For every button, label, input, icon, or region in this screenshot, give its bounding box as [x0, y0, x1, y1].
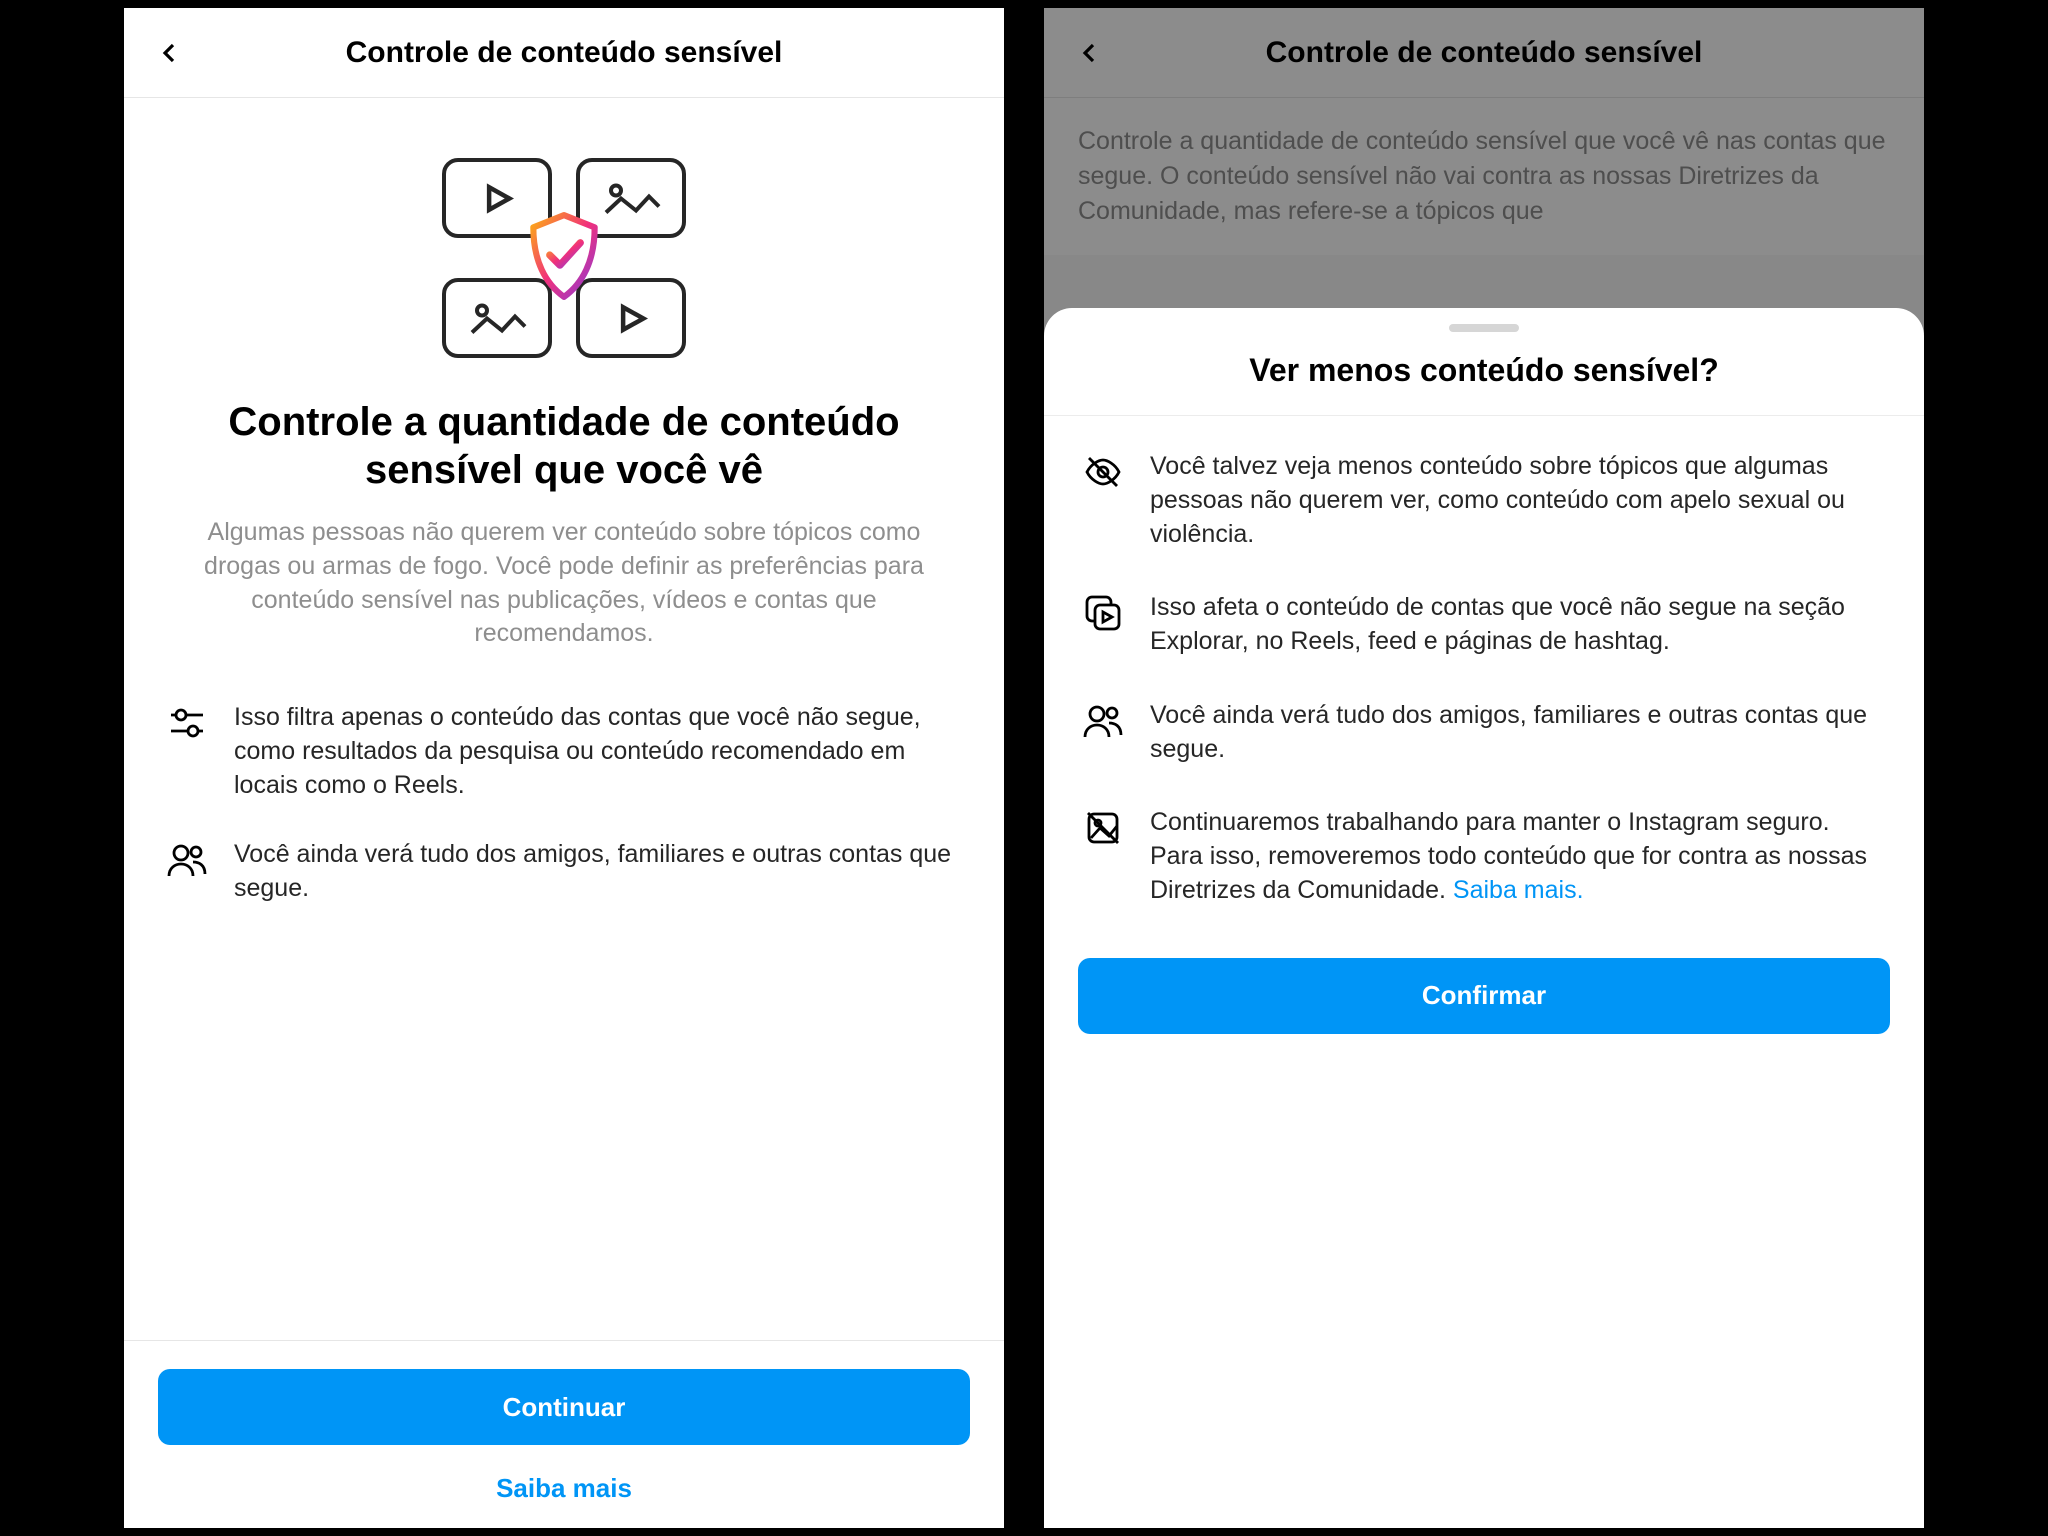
sheet-title: Ver menos conteúdo sensível? — [1044, 352, 1924, 416]
bullet-text: Continuaremos trabalhando para manter o … — [1150, 806, 1886, 907]
bottom-sheet: Ver menos conteúdo sensível? Você talvez… — [1044, 308, 1924, 1528]
bullet-text: Você ainda verá tudo dos amigos, familia… — [1150, 699, 1886, 767]
eye-off-icon — [1082, 450, 1124, 551]
bullet-item: Você ainda verá tudo dos amigos, familia… — [166, 838, 962, 906]
screen-confirm: Controle de conteúdo sensível Controle a… — [1044, 8, 1924, 1528]
learn-more-link[interactable]: Saiba mais — [158, 1473, 970, 1504]
hero-illustration — [434, 158, 694, 358]
hero-subtext: Algumas pessoas não querem ver conteúdo … — [124, 494, 1004, 681]
bullet-item: Você talvez veja menos conteúdo sobre tó… — [1082, 450, 1886, 551]
screen-intro: Controle de conteúdo sensível — [124, 8, 1004, 1528]
bullet-item: Isso afeta o conteúdo de contas que você… — [1082, 591, 1886, 659]
media-collection-icon — [1082, 591, 1124, 659]
bullet-list: Isso filtra apenas o conteúdo das contas… — [124, 681, 1004, 906]
hero-title: Controle a quantidade de conteúdo sensív… — [124, 398, 1004, 494]
bullet-text: Você ainda verá tudo dos amigos, familia… — [234, 838, 962, 906]
people-icon — [1082, 699, 1124, 767]
sheet-footer: Confirmar — [1044, 948, 1924, 1034]
people-icon — [166, 838, 208, 906]
bullet-item: Isso filtra apenas o conteúdo das contas… — [166, 701, 962, 802]
shield-check-icon — [519, 206, 609, 306]
sheet-grabber[interactable] — [1449, 324, 1519, 332]
image-off-icon — [1082, 806, 1124, 907]
header: Controle de conteúdo sensível — [124, 8, 1004, 98]
bullet-item: Continuaremos trabalhando para manter o … — [1082, 806, 1886, 907]
footer: Continuar Saiba mais — [124, 1340, 1004, 1528]
learn-more-link[interactable]: Saiba mais. — [1453, 876, 1584, 904]
confirm-button[interactable]: Confirmar — [1078, 958, 1890, 1034]
bullet-text: Isso afeta o conteúdo de contas que você… — [1150, 591, 1886, 659]
back-button[interactable] — [148, 31, 192, 75]
continue-button[interactable]: Continuar — [158, 1369, 970, 1445]
sheet-body: Você talvez veja menos conteúdo sobre tó… — [1044, 416, 1924, 908]
bullet-text: Você talvez veja menos conteúdo sobre tó… — [1150, 450, 1886, 551]
bullet-item: Você ainda verá tudo dos amigos, familia… — [1082, 699, 1886, 767]
header-title: Controle de conteúdo sensível — [124, 36, 1004, 70]
sliders-icon — [166, 701, 208, 802]
bullet-text: Isso filtra apenas o conteúdo das contas… — [234, 701, 962, 802]
